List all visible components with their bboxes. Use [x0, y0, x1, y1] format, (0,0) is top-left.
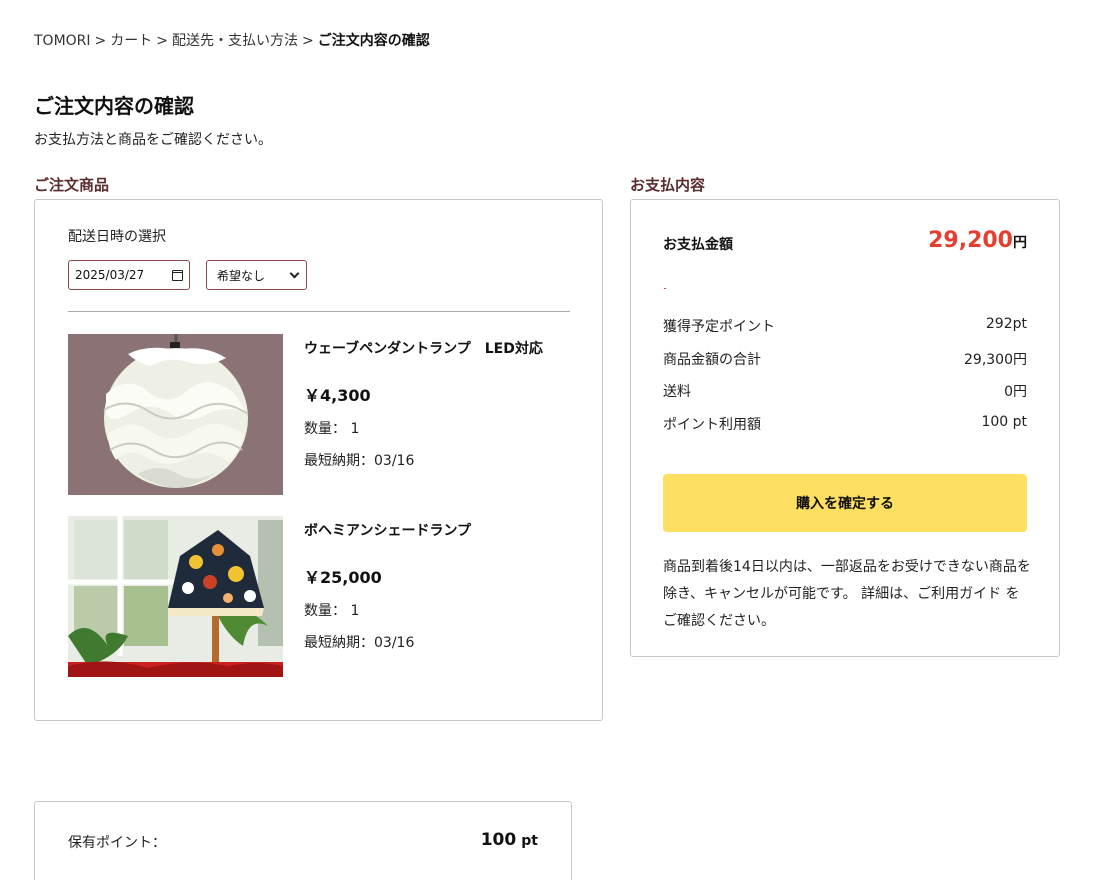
product-image-shade-lamp [68, 516, 283, 677]
payment-row-points-used: ポイント利用額 100 pt [663, 414, 1027, 434]
product-quantity: 数量： 1 [304, 603, 360, 619]
chevron-down-icon [289, 268, 300, 278]
decorative-dot [664, 288, 666, 289]
product-name: ウェーブペンダントランプ LED対応 [304, 341, 543, 357]
product-price: ￥4,300 [304, 386, 371, 405]
payment-heading: お支払内容 [630, 176, 706, 194]
payment-row-shipping: 送料 0円 [663, 381, 1027, 401]
points-unit: pt [521, 833, 538, 849]
list-item: ボヘミアンシェードランプ ￥25,000 数量： 1 最短納期：03/16 [68, 516, 570, 678]
product-image-pendant-lamp [68, 334, 283, 495]
breadcrumb-current: ご注文内容の確認 [317, 33, 430, 49]
order-items-heading: ご注文商品 [34, 176, 110, 194]
breadcrumb: TOMORI > カート > 配送先・支払い方法 > ご注文内容の確認 [34, 30, 430, 50]
payment-row-value: 29,300円 [964, 352, 1027, 368]
breadcrumb-cart-link[interactable]: カート [110, 33, 152, 49]
order-items-panel: 配送日時の選択 2025/03/27 希望なし ウェーブペンダントランプ LED… [34, 199, 603, 721]
calendar-icon[interactable] [172, 269, 183, 281]
page-title: ご注文内容の確認 [34, 94, 194, 118]
divider [68, 311, 570, 312]
breadcrumb-shipping-link[interactable]: 配送先・支払い方法 [172, 33, 298, 49]
product-price: ￥25,000 [304, 568, 382, 587]
product-quantity: 数量： 1 [304, 421, 360, 437]
points-value: 100 pt [481, 830, 538, 850]
product-name: ボヘミアンシェードランプ [304, 523, 472, 539]
cancellation-note: 商品到着後14日以内は、一部返品をお受けできない商品を除き、キャンセルが可能です… [663, 559, 1031, 629]
product-earliest-delivery: 最短納期：03/16 [304, 453, 415, 469]
breadcrumb-home-link[interactable]: TOMORI [34, 33, 91, 49]
payment-row-value: 0円 [1004, 384, 1027, 400]
payment-panel: お支払金額 29,200円 獲得予定ポイント 292pt 商品金額の合計 29,… [630, 199, 1060, 657]
points-label: 保有ポイント： [68, 835, 166, 851]
breadcrumb-separator: > [156, 33, 168, 49]
delivery-datetime-label: 配送日時の選択 [68, 229, 166, 245]
delivery-time-select[interactable]: 希望なし [206, 260, 307, 290]
payment-total-amount: 29,200 [928, 228, 1013, 253]
payment-row-label: 獲得予定ポイント [663, 319, 775, 335]
payment-row-value: 100 pt [981, 414, 1027, 430]
points-number: 100 [480, 830, 517, 850]
breadcrumb-separator: > [94, 33, 107, 49]
payment-row-label: 送料 [663, 384, 691, 400]
breadcrumb-separator: > [302, 33, 314, 49]
payment-row-subtotal: 商品金額の合計 29,300円 [663, 349, 1027, 369]
product-earliest-delivery: 最短納期：03/16 [304, 635, 415, 651]
delivery-time-value: 希望なし [217, 268, 266, 283]
list-item: ウェーブペンダントランプ LED対応 ￥4,300 数量： 1 最短納期：03/… [68, 334, 570, 496]
delivery-date-value: 2025/03/27 [75, 268, 145, 282]
payment-row-value: 292pt [985, 316, 1027, 332]
confirm-purchase-button[interactable]: 購入を確定する [663, 474, 1027, 532]
payment-total: 29,200円 [928, 228, 1027, 253]
payment-row-label: ポイント利用額 [663, 417, 761, 433]
payment-total-unit: 円 [1013, 235, 1027, 251]
payment-row-earned-points: 獲得予定ポイント 292pt [663, 316, 1027, 336]
delivery-date-input[interactable]: 2025/03/27 [68, 260, 190, 290]
payment-row-label: 商品金額の合計 [663, 352, 761, 368]
points-panel: 保有ポイント： 100 pt [34, 801, 572, 880]
payment-total-label: お支払金額 [663, 237, 733, 253]
page-subtitle: お支払方法と商品をご確認ください。 [34, 132, 272, 148]
